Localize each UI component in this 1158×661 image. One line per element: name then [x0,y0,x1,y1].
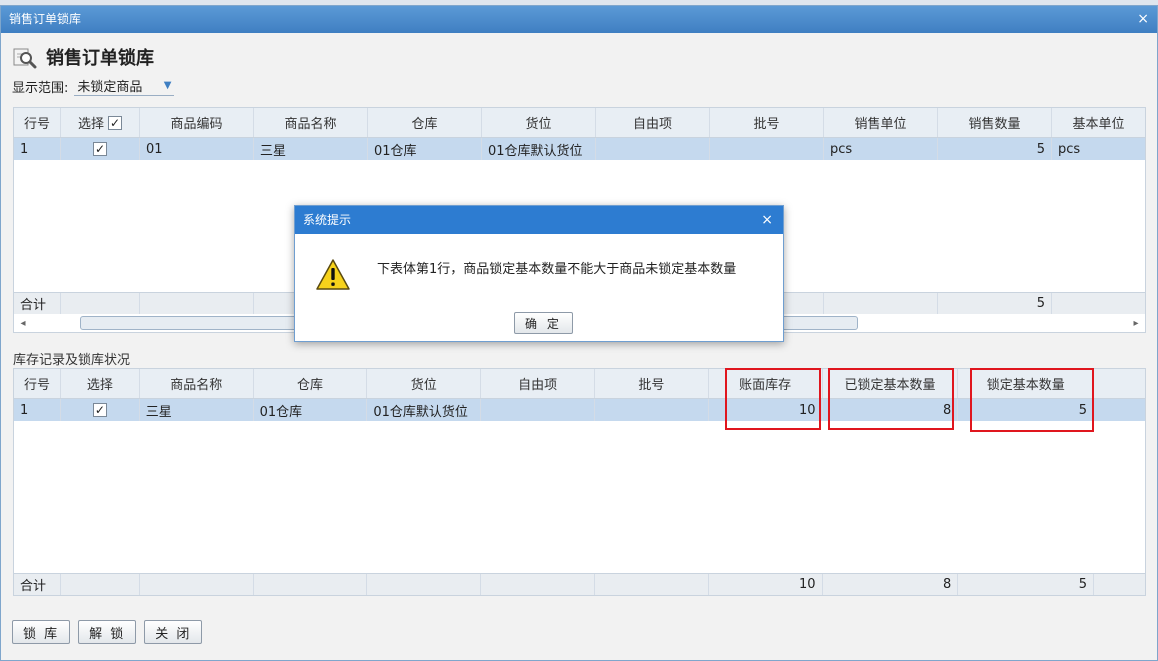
total-label: 合计 [14,574,61,595]
grid-total-row: 合计 10 8 5 [14,573,1145,595]
window-title: 销售订单锁库 [9,12,82,26]
total-cell [595,574,709,595]
cell-select: ✓ [61,399,140,421]
stock-section-label: 库存记录及锁库状况 [13,353,131,368]
cell-free-item [596,138,710,160]
cell-batch [710,138,824,160]
total-cell [140,293,254,314]
total-sale-qty: 5 [938,293,1052,314]
col-sale-qty: 销售数量 [938,108,1052,137]
cell-line-no: 1 [14,399,61,421]
col-product-code: 商品编码 [140,108,254,137]
total-cell [1052,293,1145,314]
cell-sale-qty: 5 [938,138,1052,160]
scroll-right-icon[interactable]: ▸ [1127,318,1145,329]
display-range-value: 未锁定商品 [77,80,143,95]
warning-icon [315,258,351,292]
cell-filler [1094,399,1145,421]
total-lock-qty: 5 [958,574,1095,595]
unlock-button[interactable]: 解 锁 [78,620,137,644]
annotation-box-locked-qty [828,368,954,430]
scroll-left-icon[interactable]: ◂ [14,318,32,329]
col-free-item: 自由项 [481,369,595,398]
cell-warehouse: 01仓库 [368,138,482,160]
col-product-name: 商品名称 [254,108,368,137]
dialog-titlebar: 系统提示 × [295,206,783,234]
table-row[interactable]: 1 ✓ 01 三星 01仓库 01仓库默认货位 pcs 5 pcs [14,138,1145,160]
total-cell [61,574,140,595]
total-cell [140,574,254,595]
col-select: 选择 [61,369,140,398]
col-filler [1094,369,1145,398]
row-checkbox[interactable]: ✓ [92,403,107,417]
ok-button[interactable]: 确 定 [514,312,573,334]
col-line-no: 行号 [14,108,61,137]
col-location: 货位 [482,108,596,137]
col-product-name: 商品名称 [140,369,254,398]
select-all-checkbox[interactable]: ✓ [108,115,122,130]
cell-free-item [481,399,595,421]
annotation-box-book-stock [725,368,821,430]
total-cell [1094,574,1145,595]
display-range-label: 显示范围: [12,80,69,96]
dialog-title: 系统提示 [303,213,352,227]
cell-sale-unit: pcs [824,138,938,160]
total-cell [481,574,595,595]
grid-header-row: 行号 选择 ✓ 商品编码 商品名称 仓库 货位 自由项 批号 销售单位 销售数量… [14,108,1145,138]
cell-line-no: 1 [14,138,61,160]
chevron-down-icon[interactable]: ▼ [164,80,172,91]
cell-base-unit: pcs [1058,141,1081,157]
col-line-no: 行号 [14,369,61,398]
total-cell [824,293,938,314]
magnifier-icon [12,45,38,69]
cell-location: 01仓库默认货位 [482,138,596,160]
cell-batch [595,399,709,421]
close-button[interactable]: 关 闭 [144,620,203,644]
col-batch: 批号 [595,369,709,398]
col-warehouse: 仓库 [254,369,368,398]
col-batch: 批号 [710,108,824,137]
action-buttons: 锁 库 解 锁 关 闭 [12,620,203,644]
window-titlebar: 销售订单锁库 × [1,6,1157,33]
display-range-filter: 显示范围: 未锁定商品 ▼ [12,76,175,96]
col-sale-unit: 销售单位 [824,108,938,137]
close-icon[interactable]: × [761,206,773,234]
total-locked-qty: 8 [823,574,959,595]
cell-location: 01仓库默认货位 [367,399,482,421]
lock-button[interactable]: 锁 库 [12,620,71,644]
col-select-label: 选择 [77,117,104,132]
col-base-unit: 基本单位 [1072,117,1125,132]
close-icon[interactable]: × [1137,6,1149,33]
page-title: 销售订单锁库 [46,48,154,69]
total-cell [367,574,482,595]
page-header: 销售订单锁库 [12,44,154,70]
total-cell [61,293,140,314]
cell-product-name: 三星 [254,138,368,160]
total-label: 合计 [14,293,61,314]
row-checkbox[interactable]: ✓ [93,142,107,156]
cell-product-name: 三星 [140,399,254,421]
cell-select: ✓ [61,138,140,160]
system-alert-dialog: 系统提示 × 下表体第1行，商品锁定基本数量不能大于商品未锁定基本数量 确 定 [294,205,784,342]
display-range-select[interactable]: 未锁定商品 ▼ [74,76,175,96]
col-warehouse: 仓库 [368,108,482,137]
col-select: 选择 ✓ [61,108,140,137]
total-book-stock: 10 [709,574,823,595]
col-free-item: 自由项 [596,108,710,137]
cell-warehouse: 01仓库 [254,399,368,421]
cell-product-code: 01 [140,138,254,160]
total-cell [254,574,368,595]
annotation-box-lock-qty [970,368,1094,432]
dialog-message: 下表体第1行，商品锁定基本数量不能大于商品未锁定基本数量 [377,262,737,277]
col-location: 货位 [367,369,482,398]
